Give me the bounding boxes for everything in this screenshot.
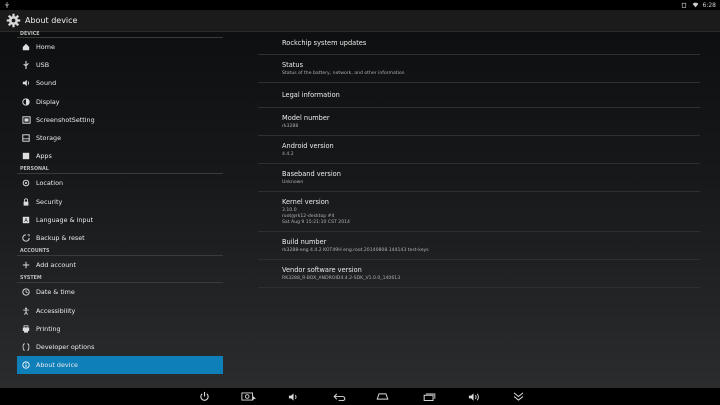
- android-version-item[interactable]: Android version 4.4.2: [258, 136, 700, 164]
- sidebar-item-label: Add account: [36, 261, 76, 270]
- model-number-item: Model number rk3288: [258, 108, 700, 136]
- kernel-version-item: Kernel version 3.10.0 root@rk12-desktop …: [258, 192, 700, 232]
- status-summary: Status of the battery, network, and othe…: [282, 71, 405, 76]
- build-number-value: rk3288-eng 4.4.2 KOT49H eng.root.2014080…: [282, 248, 429, 253]
- security-icon: [21, 198, 31, 206]
- sidebar-item-label: Location: [36, 179, 64, 188]
- android-version-value: 4.4.2: [282, 152, 294, 157]
- storage-icon: [21, 134, 31, 142]
- recent-apps-button[interactable]: [420, 390, 438, 403]
- power-button[interactable]: [195, 390, 213, 403]
- section-system: SYSTEM: [17, 274, 223, 284]
- home-icon: [21, 43, 31, 51]
- build-number-item[interactable]: Build number rk3288-eng 4.4.2 KOT49H eng…: [258, 232, 700, 260]
- sidebar-item-label: Backup & reset: [36, 233, 85, 242]
- sidebar-item-label: Date & time: [36, 288, 75, 297]
- sidebar-item-usb[interactable]: USB: [17, 56, 223, 74]
- baseband-version-title: Baseband version: [282, 170, 341, 178]
- info-icon: [21, 361, 31, 369]
- settings-gear-icon[interactable]: [6, 13, 21, 28]
- status-bar: 6:28: [0, 0, 720, 10]
- sidebar-item-label: ScreenshotSetting: [36, 115, 95, 124]
- settings-sidebar: DEVICE Home USB Sound Display Screenshot…: [17, 32, 223, 388]
- navigation-bar: [0, 388, 720, 405]
- kernel-version-title: Kernel version: [282, 198, 329, 206]
- sidebar-item-storage[interactable]: Storage: [17, 129, 223, 147]
- accessibility-icon: [21, 307, 31, 315]
- home-button[interactable]: [373, 390, 391, 403]
- sidebar-item-label: Accessibility: [36, 306, 76, 315]
- vendor-software-version-title: Vendor software version: [282, 266, 362, 274]
- sidebar-item-home[interactable]: Home: [17, 38, 223, 56]
- vendor-software-version-item: Vendor software version RK3288_R-BOX_AND…: [258, 260, 700, 288]
- sidebar-item-screenshotsetting[interactable]: ScreenshotSetting: [17, 111, 223, 129]
- usb-notification-icon: [4, 2, 10, 8]
- status-title: Status: [282, 61, 304, 69]
- sidebar-item-label: About device: [36, 361, 78, 370]
- rockchip-updates-item[interactable]: Rockchip system updates: [258, 32, 700, 55]
- sidebar-item-location[interactable]: Location: [17, 174, 223, 192]
- about-device-panel: Rockchip system updates Status Status of…: [258, 32, 700, 388]
- sidebar-item-label: Developer options: [36, 342, 95, 351]
- clock-text: 6:28: [702, 1, 716, 9]
- sidebar-item-developer-options[interactable]: Developer options: [17, 338, 223, 356]
- model-number-value: rk3288: [282, 124, 299, 129]
- usb-icon: [21, 61, 31, 70]
- clock-icon: [21, 288, 31, 297]
- sidebar-item-label: Security: [36, 197, 63, 206]
- back-button[interactable]: [330, 390, 348, 403]
- sidebar-item-about-device[interactable]: About device: [17, 356, 223, 375]
- status-item[interactable]: Status Status of the battery, network, a…: [258, 55, 700, 83]
- sidebar-item-label: Storage: [36, 134, 62, 143]
- sidebar-item-label: Apps: [36, 152, 52, 161]
- sidebar-item-accessibility[interactable]: Accessibility: [17, 301, 223, 319]
- sidebar-item-label: Language & input: [36, 215, 94, 224]
- sidebar-item-label: Printing: [36, 324, 61, 333]
- wifi-icon: [692, 2, 698, 8]
- apps-icon: [21, 152, 31, 160]
- backup-icon: [21, 234, 31, 242]
- add-icon: [21, 261, 31, 269]
- print-icon: [21, 325, 31, 333]
- language-icon: A: [21, 216, 31, 224]
- sidebar-item-label: USB: [36, 61, 50, 70]
- download-icon: [681, 2, 687, 8]
- sidebar-item-label: Sound: [36, 79, 57, 88]
- sound-icon: [21, 79, 31, 87]
- model-number-title: Model number: [282, 114, 330, 122]
- sidebar-item-add-account[interactable]: Add account: [17, 256, 223, 274]
- baseband-version-item: Baseband version Unknown: [258, 164, 700, 192]
- baseband-version-value: Unknown: [282, 180, 304, 185]
- sidebar-item-printing[interactable]: Printing: [17, 320, 223, 338]
- action-bar: About device: [0, 10, 720, 32]
- kernel-version-line3: Sat Aug 9 15:21:10 CST 2014: [282, 220, 350, 225]
- content-area: DEVICE Home USB Sound Display Screenshot…: [0, 32, 720, 388]
- rockchip-updates-title: Rockchip system updates: [282, 39, 367, 47]
- volume-down-button[interactable]: [284, 390, 302, 403]
- sidebar-item-backup-reset[interactable]: Backup & reset: [17, 229, 223, 247]
- vendor-software-version-value: RK3288_R-BOX_ANDROID4.4.2-SDK_V1.0.0_140…: [282, 276, 401, 281]
- sidebar-item-label: Home: [36, 43, 55, 52]
- screenshot-icon: [21, 116, 31, 124]
- sidebar-item-label: Display: [36, 97, 60, 106]
- section-personal: PERSONAL: [17, 165, 223, 175]
- sidebar-item-apps[interactable]: Apps: [17, 147, 223, 165]
- android-version-title: Android version: [282, 142, 334, 150]
- display-icon: [21, 97, 31, 106]
- location-icon: [21, 179, 31, 187]
- build-number-title: Build number: [282, 238, 327, 246]
- section-accounts: ACCOUNTS: [17, 247, 223, 257]
- screenshot-button[interactable]: [240, 390, 258, 403]
- sidebar-item-display[interactable]: Display: [17, 93, 223, 111]
- legal-information-title: Legal information: [282, 91, 340, 99]
- legal-information-item[interactable]: Legal information: [258, 83, 700, 108]
- code-icon: [21, 343, 31, 351]
- sidebar-item-language-input[interactable]: A Language & input: [17, 211, 223, 229]
- sidebar-item-sound[interactable]: Sound: [17, 74, 223, 92]
- hide-bar-chevron-icon[interactable]: [509, 390, 527, 403]
- page-title: About device: [25, 16, 78, 25]
- sidebar-item-date-time[interactable]: Date & time: [17, 283, 223, 301]
- volume-up-button[interactable]: [465, 390, 483, 403]
- sidebar-item-security[interactable]: Security: [17, 193, 223, 211]
